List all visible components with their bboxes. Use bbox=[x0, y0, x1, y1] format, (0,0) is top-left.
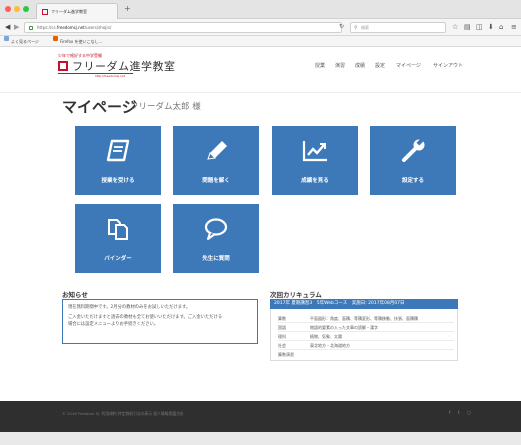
site-favicon-icon bbox=[42, 9, 48, 15]
subject-cell: 社会 bbox=[278, 343, 286, 348]
download-icon[interactable]: ⬇ bbox=[488, 23, 494, 32]
nav-settings[interactable]: 設定 bbox=[375, 62, 385, 69]
pencil-icon bbox=[207, 141, 227, 160]
new-tab-button[interactable]: + bbox=[124, 4, 131, 13]
notice-box: 現在無料期間中です。2月分の教材のみをお試しいただけます。 ご入金いただけますと… bbox=[62, 299, 258, 344]
curriculum-title: 次回カリキュラム bbox=[270, 291, 322, 299]
tile-solve-problems[interactable]: 問題を解く bbox=[173, 126, 259, 195]
address-bar[interactable]: https://cs.freedomsj.net/users/shojin/ bbox=[24, 22, 342, 33]
topic-cell: 平面図形：角度、面積、等積変形、等積移動、扶張、面積積 bbox=[310, 316, 418, 321]
bookmark-frequent[interactable]: よく見るページ bbox=[11, 36, 39, 47]
tile-ask-teacher[interactable]: 先生に質問 bbox=[173, 204, 259, 273]
tile-take-lesson[interactable]: 授業を受ける bbox=[75, 126, 161, 195]
back-arrow-icon[interactable]: ◀ bbox=[5, 22, 10, 32]
topic-cell: 物語的要素の入った文章の読解・漢字 bbox=[310, 325, 378, 330]
url-domain: freedomsj.net bbox=[56, 25, 85, 30]
book-icon bbox=[106, 139, 130, 162]
browser-search-input[interactable]: ⚲ 検索 bbox=[350, 22, 446, 33]
pocket-icon[interactable]: ◫ bbox=[476, 23, 483, 32]
notice-line: ご入金いただけますと過去の教材も全てお使いいただけます。ご入金いただける bbox=[68, 315, 223, 320]
table-row: 国語 物語的要素の入った文章の読解・漢字 bbox=[278, 323, 454, 332]
url-prefix: https://cs. bbox=[37, 25, 57, 30]
tile-label: 先生に質問 bbox=[202, 256, 230, 262]
subject-cell: 算数演習 bbox=[278, 352, 294, 357]
nav-mypage[interactable]: マイページ bbox=[396, 62, 421, 69]
topic-cell: 東北地方・北海道地方 bbox=[310, 343, 350, 348]
reload-icon[interactable]: ↻ bbox=[339, 23, 344, 30]
curriculum-table: 算数 平面図形：角度、面積、等積変形、等積移動、扶張、面積積 国語 物語的要素の… bbox=[270, 309, 458, 361]
copy-icon bbox=[108, 219, 128, 240]
tile-label: バインダー bbox=[104, 256, 132, 262]
tile-label: 設定する bbox=[401, 178, 424, 184]
url-path: /users/shojin/ bbox=[84, 25, 112, 30]
topic-cell: 植物、気象、太陽 bbox=[310, 334, 342, 339]
lock-icon bbox=[29, 26, 33, 30]
firefox-icon bbox=[53, 36, 58, 41]
zoom-window-button[interactable] bbox=[23, 6, 29, 12]
bookmark-firefox[interactable]: Firefox を使いこなし... bbox=[60, 36, 102, 47]
nav-lessons[interactable]: 授業 bbox=[315, 62, 325, 69]
table-row: 社会 東北地方・北海道地方 bbox=[278, 341, 454, 350]
tile-label: 授業を受ける bbox=[101, 178, 135, 184]
nav-signout[interactable]: サインアウト bbox=[433, 62, 463, 69]
chart-icon bbox=[302, 141, 327, 162]
url-toolbar: ◀ ▶ https://cs.freedomsj.net/users/shoji… bbox=[0, 19, 521, 36]
window-bottom-edge bbox=[0, 432, 521, 445]
table-row: 算数演習 bbox=[278, 350, 454, 359]
home-icon[interactable]: ⌂ bbox=[499, 23, 503, 32]
star-icon[interactable]: ☆ bbox=[452, 23, 458, 32]
notice-title: お知らせ bbox=[62, 291, 88, 299]
tile-label: 問題を解く bbox=[202, 178, 230, 184]
notice-line: 場合には設定メニューよりお手続きください。 bbox=[68, 322, 159, 327]
tile-settings[interactable]: 設定する bbox=[370, 126, 456, 195]
chat-icon bbox=[204, 218, 228, 240]
search-icon: ⚲ bbox=[354, 25, 358, 31]
reading-list-icon[interactable]: ▤ bbox=[464, 23, 471, 32]
logo-mark-icon bbox=[58, 61, 68, 71]
menu-icon[interactable]: ≡ bbox=[511, 23, 517, 32]
tab-title: フリーダム進学教室 bbox=[51, 9, 87, 14]
facebook-icon[interactable]: f bbox=[449, 411, 451, 416]
twitter-icon[interactable]: t bbox=[458, 411, 460, 416]
tile-view-grades[interactable]: 成績を見る bbox=[272, 126, 358, 195]
tile-binder[interactable]: バインダー bbox=[75, 204, 161, 273]
browser-tab-bar: フリーダム進学教室 × + bbox=[0, 0, 521, 19]
bookmark-folder-icon bbox=[4, 36, 9, 41]
subject-cell: 算数 bbox=[278, 316, 286, 321]
wrench-icon bbox=[402, 138, 425, 162]
nav-grades[interactable]: 成績 bbox=[355, 62, 365, 69]
subject-cell: 理科 bbox=[278, 334, 286, 339]
instagram-icon[interactable]: ○ bbox=[467, 411, 471, 416]
minimize-window-button[interactable] bbox=[14, 6, 20, 12]
tile-label: 成績を見る bbox=[301, 178, 329, 184]
footer-text: © 2016 Freedom SJ. 利用規約 特定商取引法の表示 個人情報保護… bbox=[62, 411, 184, 416]
logo-url: http://freedomsj.net bbox=[95, 74, 126, 78]
browser-tab[interactable]: フリーダム進学教室 × bbox=[36, 3, 118, 19]
forward-arrow-icon[interactable]: ▶ bbox=[14, 22, 19, 32]
bookmarks-bar: よく見るページ Firefox を使いこなし... bbox=[0, 36, 521, 47]
subject-cell: 国語 bbox=[278, 325, 286, 330]
notice-line: 現在無料期間中です。2月分の教材のみをお試しいただけます。 bbox=[68, 305, 191, 310]
table-row: 理科 植物、気象、太陽 bbox=[278, 332, 454, 341]
page-title: マイページ bbox=[62, 98, 137, 116]
curriculum-header: 2017年 夏期講習3 5年Webコース 実施日: 2017年08月07日 bbox=[270, 299, 458, 309]
page-user-name: フリーダム太郎 様 bbox=[130, 102, 201, 112]
logo-name[interactable]: フリーダム進学教室 bbox=[72, 58, 176, 74]
table-row: 算数 平面図形：角度、面積、等積変形、等積移動、扶張、面積積 bbox=[278, 314, 454, 323]
nav-exercises[interactable]: 演習 bbox=[335, 62, 345, 69]
close-window-button[interactable] bbox=[5, 6, 11, 12]
search-placeholder: 検索 bbox=[361, 25, 369, 30]
